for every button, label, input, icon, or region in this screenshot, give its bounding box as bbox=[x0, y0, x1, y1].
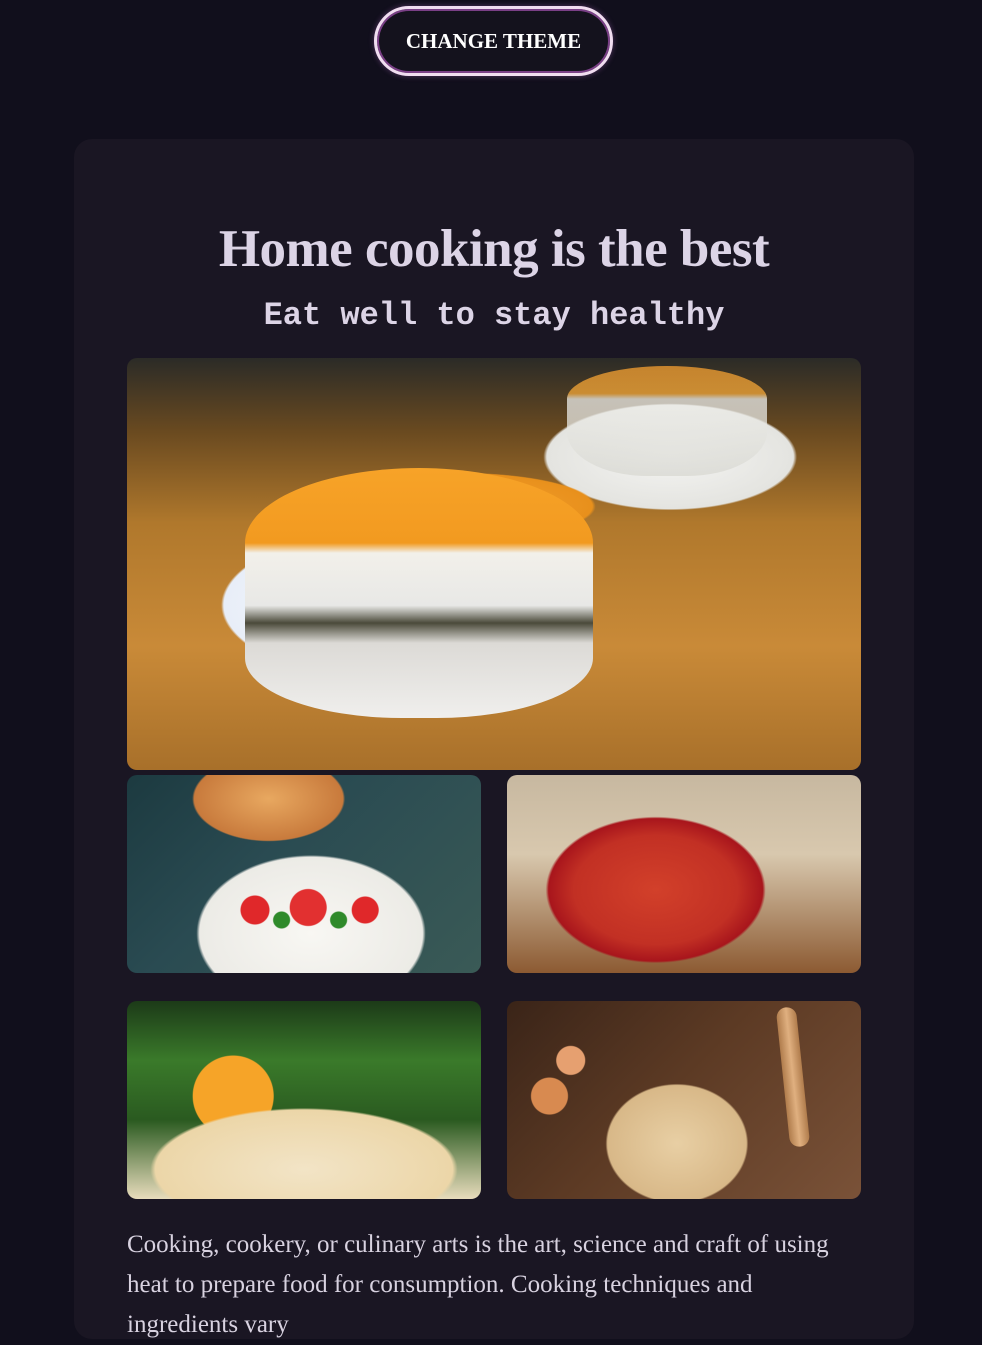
bread-pot-image bbox=[127, 775, 481, 973]
fruit-tart-image bbox=[127, 1001, 481, 1199]
page-title: Home cooking is the best bbox=[218, 220, 770, 278]
page-subtitle: Eat well to stay healthy bbox=[263, 297, 725, 334]
background-plate bbox=[567, 366, 767, 476]
soup-bowl-image bbox=[507, 775, 861, 973]
floral-pattern bbox=[217, 885, 407, 935]
body-paragraph: Cooking, cookery, or culinary arts is th… bbox=[127, 1231, 829, 1338]
dumplings-image bbox=[507, 1001, 861, 1199]
layered-rice-cake bbox=[245, 468, 593, 718]
hero-image-rice-cake bbox=[127, 358, 861, 770]
content-card: Home cooking is the best Eat well to sta… bbox=[74, 139, 914, 1339]
change-theme-button[interactable]: CHANGE THEME bbox=[374, 6, 613, 76]
rolling-pin bbox=[775, 1006, 811, 1148]
